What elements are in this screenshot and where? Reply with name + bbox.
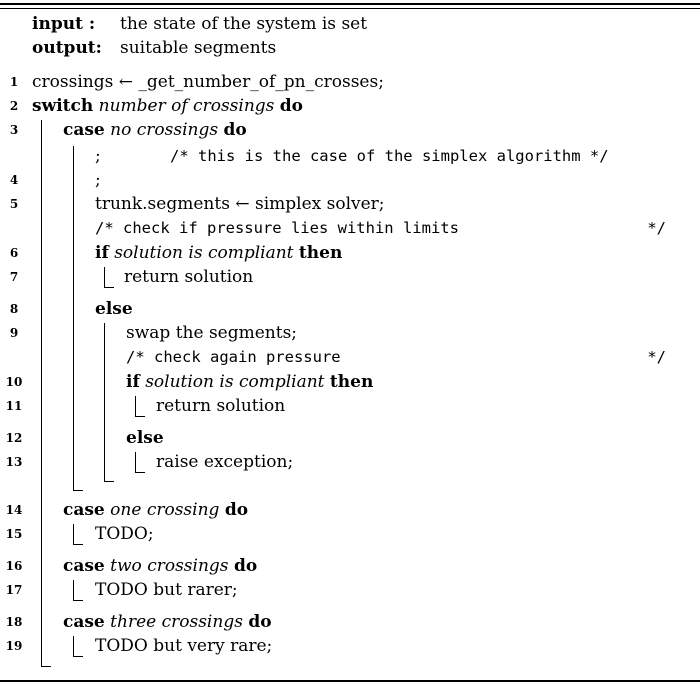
algo-line-16: case two crossings do xyxy=(63,556,257,576)
line-number: 6 xyxy=(9,246,19,260)
keyword: if xyxy=(126,372,140,392)
algo-comment-pressure: /* check if pressure lies within limits xyxy=(95,219,459,237)
line-number: 12 xyxy=(5,431,23,445)
case-block-end xyxy=(73,490,83,491)
line-number: 2 xyxy=(9,99,19,113)
if-block-end xyxy=(104,287,114,288)
keyword: do xyxy=(248,612,272,632)
algo-line-6: if solution is compliant then xyxy=(95,243,342,263)
algo-line-3-semicolon: ; xyxy=(95,146,101,166)
case-one-block-end xyxy=(73,544,83,545)
line-number: 17 xyxy=(5,583,23,597)
keyword: then xyxy=(329,372,374,392)
algo-line-15: TODO; xyxy=(95,524,154,544)
algo-line-13: raise exception; xyxy=(156,452,294,472)
keyword: case xyxy=(63,612,105,632)
line-number: 5 xyxy=(9,197,19,211)
bottom-rule xyxy=(0,680,700,682)
case-two-block-line xyxy=(73,580,74,600)
case-three-block-line xyxy=(73,636,74,656)
else-block-line xyxy=(104,323,105,481)
algo-line-17: TODO but rarer; xyxy=(95,580,238,600)
algo-line-14: case one crossing do xyxy=(63,500,248,520)
keyword: then xyxy=(298,243,343,263)
inner-else-block-line xyxy=(135,452,136,472)
keyword: do xyxy=(233,556,258,576)
line-number: 1 xyxy=(9,75,19,89)
line-number: 15 xyxy=(5,527,23,541)
condition: number of crossings xyxy=(98,96,275,116)
keyword: if xyxy=(95,243,109,263)
case-two-block-end xyxy=(73,600,83,601)
keyword: case xyxy=(63,556,105,576)
line-number: 8 xyxy=(9,302,19,316)
inner-else-block-end xyxy=(135,472,145,473)
line-number: 7 xyxy=(9,270,19,284)
condition: no crossings xyxy=(110,120,219,140)
input-label: input : xyxy=(32,14,96,34)
algo-line-11: return solution xyxy=(156,396,286,416)
condition: solution is compliant xyxy=(145,372,325,392)
switch-block-line xyxy=(41,120,42,666)
condition: three crossings xyxy=(110,612,243,632)
case-three-block-end xyxy=(73,656,83,657)
algo-line-2: switch number of crossings do xyxy=(32,96,303,116)
line-number: 14 xyxy=(5,503,23,517)
keyword: case xyxy=(63,120,105,140)
line-number: 18 xyxy=(5,615,23,629)
inner-if-block-line xyxy=(135,396,136,416)
algo-line-18: case three crossings do xyxy=(63,612,272,632)
algo-comment-again: /* check again pressure xyxy=(126,348,341,366)
algo-comment-end: */ xyxy=(647,219,666,237)
inner-if-block-end xyxy=(135,416,145,417)
output-text: suitable segments xyxy=(120,38,277,58)
line-number: 13 xyxy=(5,455,23,469)
algo-line-9: swap the segments; xyxy=(126,323,298,343)
line-number: 10 xyxy=(5,375,23,389)
condition: solution is compliant xyxy=(114,243,294,263)
algo-line-3: case no crossings do xyxy=(63,120,247,140)
case-one-block-line xyxy=(73,524,74,544)
line-number: 19 xyxy=(5,639,23,653)
keyword: do xyxy=(223,120,247,140)
switch-block-end xyxy=(41,666,51,667)
output-label: output: xyxy=(32,38,102,58)
line-number: 3 xyxy=(9,123,19,137)
line-number: 16 xyxy=(5,559,23,573)
if-block-line xyxy=(104,267,105,287)
algo-line-10: if solution is compliant then xyxy=(126,372,373,392)
algo-line-8: else xyxy=(95,299,133,319)
algo-line-5: trunk.segments ← simplex solver; xyxy=(95,194,385,214)
case-block-line xyxy=(73,146,74,490)
keyword: do xyxy=(224,500,249,520)
input-text: the state of the system is set xyxy=(120,14,368,34)
else-block-end xyxy=(104,481,114,482)
condition: two crossings xyxy=(110,556,229,576)
keyword: switch xyxy=(32,96,94,116)
algo-line-7: return solution xyxy=(124,267,254,287)
algo-comment-simplex: /* this is the case of the simplex algor… xyxy=(170,147,609,165)
algo-line-12: else xyxy=(126,428,164,448)
algo-comment-end: */ xyxy=(647,348,666,366)
line-number: 9 xyxy=(9,326,19,340)
top-rule-outer xyxy=(0,3,700,5)
keyword: case xyxy=(63,500,105,520)
keyword: do xyxy=(279,96,304,116)
line-number: 11 xyxy=(5,399,23,413)
algo-line-1: crossings ← _get_number_of_pn_crosses; xyxy=(32,72,384,92)
top-rule-inner xyxy=(0,8,700,9)
algo-line-19: TODO but very rare; xyxy=(95,636,273,656)
condition: one crossing xyxy=(110,500,220,520)
line-number: 4 xyxy=(9,173,19,187)
algo-line-4: ; xyxy=(95,170,101,190)
